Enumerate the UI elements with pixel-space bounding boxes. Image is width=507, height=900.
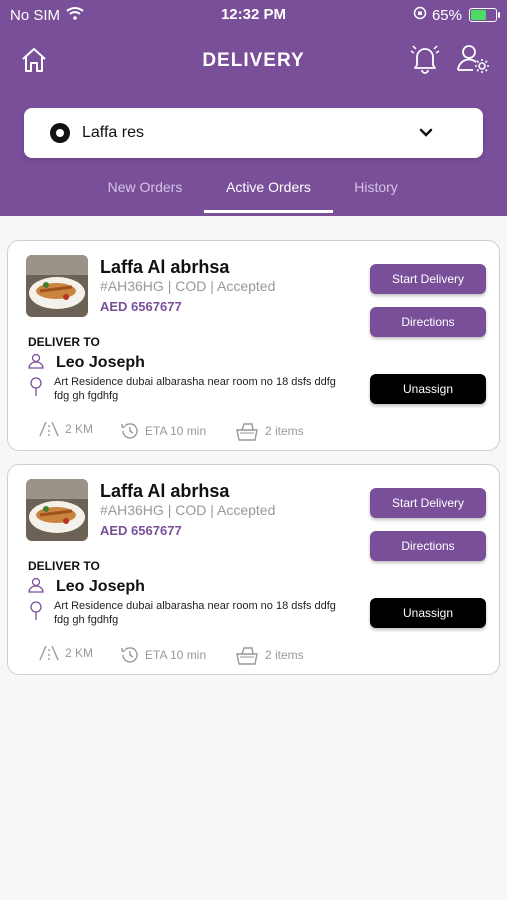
header: No SIM 12:32 PM 65% DELIVERY Laffa res N… [0, 0, 507, 216]
items-value: 2 items [265, 648, 304, 662]
active-tab-indicator [204, 210, 333, 213]
orientation-lock-icon [413, 6, 427, 24]
user-settings-icon[interactable] [456, 42, 492, 76]
order-meta: #AH36HG | COD | Accepted [100, 502, 276, 518]
restaurant-name: Laffa Al abrhsa [100, 481, 230, 501]
items-stat: 2 items [234, 645, 304, 665]
location-pin-icon [29, 601, 43, 621]
road-icon [38, 421, 60, 437]
person-icon [28, 353, 44, 369]
clock-history-icon [120, 421, 140, 441]
restaurant-name: Laffa Al abrhsa [100, 257, 230, 277]
status-bar: No SIM 12:32 PM 65% [0, 0, 507, 28]
unassign-button[interactable]: Unassign [370, 374, 486, 404]
restaurant-select[interactable]: Laffa res [24, 108, 483, 158]
distance-value: 2 KM [65, 422, 94, 436]
chevron-down-icon [419, 126, 433, 140]
battery-percent: 65% [431, 6, 462, 24]
order-card: Laffa Al abrhsa #AH36HG | COD | Accepted… [7, 464, 500, 675]
eta-value: ETA 10 min [145, 648, 207, 662]
eta-stat: ETA 10 min [120, 421, 206, 441]
clock-history-icon [120, 645, 140, 665]
start-delivery-button[interactable]: Start Delivery [370, 264, 486, 294]
food-image [26, 479, 88, 541]
deliver-to-label: DELIVER TO [28, 559, 100, 573]
tab-history[interactable]: History [344, 179, 408, 195]
tab-new-orders[interactable]: New Orders [98, 179, 192, 195]
food-image [26, 255, 88, 317]
order-meta: #AH36HG | COD | Accepted [100, 278, 276, 294]
order-amount: AED 6567677 [100, 299, 182, 314]
eta-value: ETA 10 min [145, 424, 207, 438]
battery-icon [469, 8, 500, 22]
restaurant-select-value: Laffa res [82, 124, 144, 141]
tab-active-orders[interactable]: Active Orders [204, 179, 333, 195]
customer-name: Leo Joseph [56, 354, 145, 371]
nav-bar: DELIVERY [0, 36, 507, 84]
delivery-address: Art Residence dubai albarasha near room … [54, 600, 336, 626]
eta-stat: ETA 10 min [120, 645, 206, 665]
delivery-address: Art Residence dubai albarasha near room … [54, 376, 336, 402]
food-container-icon [234, 645, 260, 665]
radio-icon [50, 123, 70, 143]
distance-stat: 2 KM [38, 645, 93, 661]
deliver-to-label: DELIVER TO [28, 335, 100, 349]
person-icon [28, 577, 44, 593]
location-pin-icon [29, 377, 43, 397]
directions-button[interactable]: Directions [370, 307, 486, 337]
items-stat: 2 items [234, 421, 304, 441]
food-container-icon [234, 421, 260, 441]
items-value: 2 items [265, 424, 304, 438]
distance-value: 2 KM [65, 646, 94, 660]
bell-icon[interactable] [408, 42, 442, 76]
distance-stat: 2 KM [38, 421, 93, 437]
order-tabs: New Orders Active Orders History [0, 176, 507, 216]
road-icon [38, 645, 60, 661]
order-amount: AED 6567677 [100, 523, 182, 538]
unassign-button[interactable]: Unassign [370, 598, 486, 628]
customer-name: Leo Joseph [56, 578, 145, 595]
directions-button[interactable]: Directions [370, 531, 486, 561]
start-delivery-button[interactable]: Start Delivery [370, 488, 486, 518]
order-card: Laffa Al abrhsa #AH36HG | COD | Accepted… [7, 240, 500, 451]
